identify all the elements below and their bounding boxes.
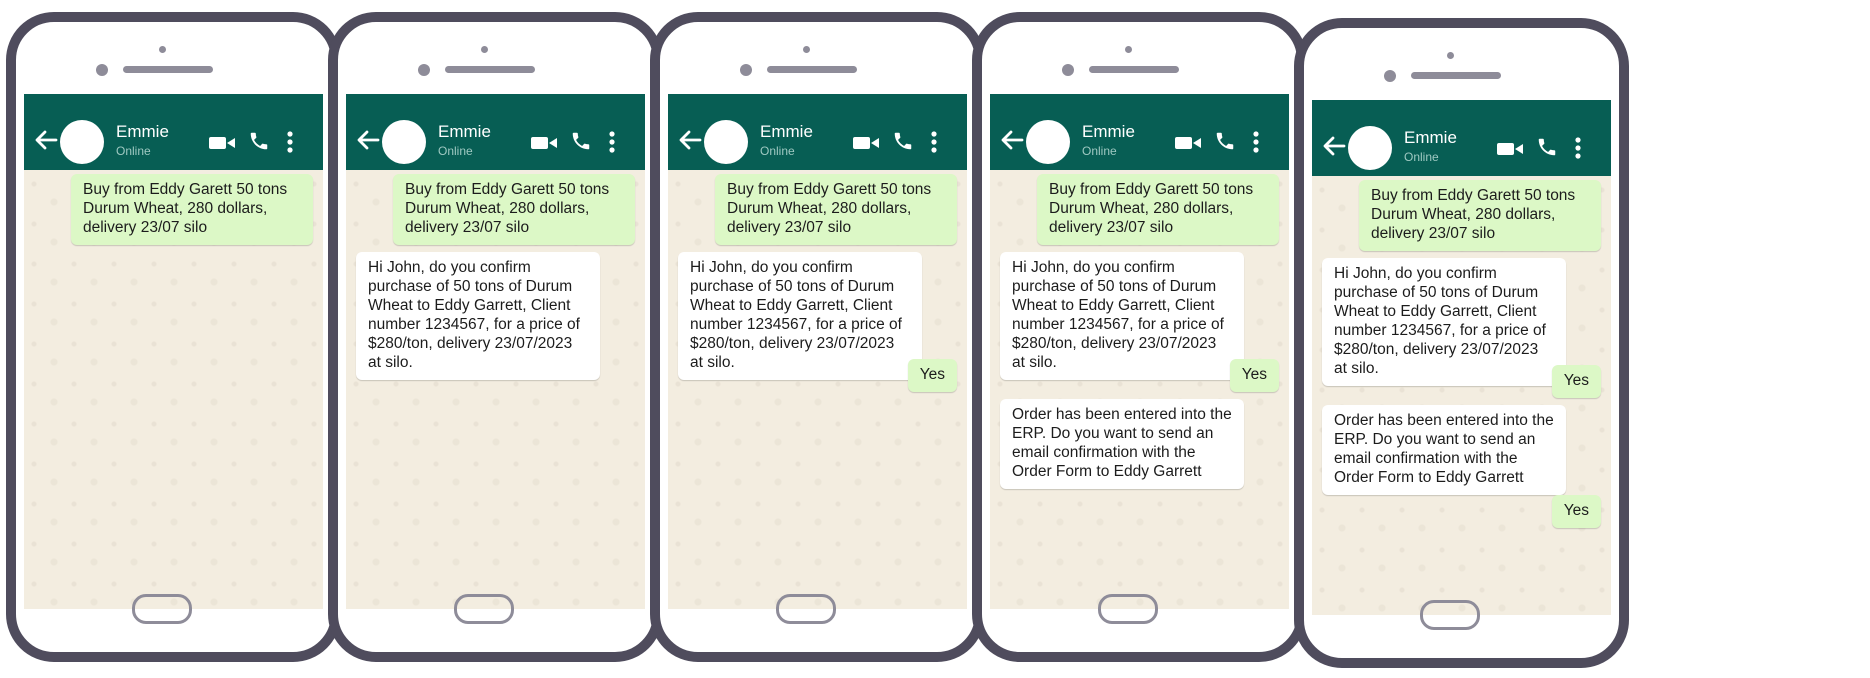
message-outgoing-yes: Yes [1229,359,1279,392]
status-bar [24,94,323,112]
more-vertical-icon[interactable] [1252,130,1260,154]
contact-name[interactable]: Emmie [760,122,813,142]
phone-frame-1: Emmie Online Buy from Eddy Garett 50 ton… [6,12,341,662]
chat-screen: Emmie Online Buy from Eddy Garett 50 ton… [990,94,1289,609]
video-camera-icon[interactable] [530,134,558,152]
contact-name[interactable]: Emmie [1082,122,1135,142]
speaker-grille [445,66,535,73]
contact-status: Online [116,144,151,158]
arrow-left-icon[interactable] [354,126,382,154]
avatar[interactable] [60,120,104,164]
message-incoming-confirmation: Hi John, do you confirm purchase of 50 t… [1000,252,1244,380]
more-vertical-icon[interactable] [286,130,294,154]
chat-header: Emmie Online [668,112,967,170]
arrow-left-icon[interactable] [32,126,60,154]
message-outgoing-request: Buy from Eddy Garett 50 tons Durum Wheat… [393,174,635,245]
message-incoming-order-entered: Order has been entered into the ERP. Do … [1322,405,1566,495]
contact-status: Online [438,144,473,158]
contact-status: Online [760,144,795,158]
home-button[interactable] [1420,600,1480,630]
message-incoming-order-entered: Order has been entered into the ERP. Do … [1000,399,1244,489]
message-outgoing-request: Buy from Eddy Garett 50 tons Durum Wheat… [715,174,957,245]
chat-header: Emmie Online [990,112,1289,170]
phone-handset-icon[interactable] [570,130,592,152]
message-incoming-confirmation: Hi John, do you confirm purchase of 50 t… [1322,258,1566,386]
front-camera [1384,70,1396,82]
home-button[interactable] [132,594,192,624]
contact-status: Online [1404,150,1439,164]
message-incoming-confirmation: Hi John, do you confirm purchase of 50 t… [356,252,600,380]
home-button[interactable] [454,594,514,624]
chat-screen: Emmie Online Buy from Eddy Garett 50 ton… [1312,100,1611,615]
front-camera [740,64,752,76]
speaker-grille [123,66,213,73]
message-outgoing-yes-final: Yes [1551,495,1601,528]
chat-header: Emmie Online [346,112,645,170]
avatar[interactable] [704,120,748,164]
phone-handset-icon[interactable] [1536,136,1558,158]
more-vertical-icon[interactable] [930,130,938,154]
speaker-grille [767,66,857,73]
speaker-dot [803,46,810,53]
message-outgoing-request: Buy from Eddy Garett 50 tons Durum Wheat… [1359,180,1601,251]
video-camera-icon[interactable] [1174,134,1202,152]
message-outgoing-yes: Yes [907,359,957,392]
speaker-dot [159,46,166,53]
home-button[interactable] [1098,594,1158,624]
status-bar [668,94,967,112]
front-camera [1062,64,1074,76]
more-vertical-icon[interactable] [608,130,616,154]
speaker-dot [1125,46,1132,53]
arrow-left-icon[interactable] [998,126,1026,154]
avatar[interactable] [1026,120,1070,164]
chat-screen: Emmie Online Buy from Eddy Garett 50 ton… [346,94,645,609]
video-camera-icon[interactable] [1496,140,1524,158]
contact-name[interactable]: Emmie [1404,128,1457,148]
chat-screen: Emmie Online Buy from Eddy Garett 50 ton… [668,94,967,609]
status-bar [990,94,1289,112]
video-camera-icon[interactable] [208,134,236,152]
speaker-grille [1411,72,1501,79]
chat-header: Emmie Online [1312,118,1611,176]
front-camera [418,64,430,76]
avatar[interactable] [1348,126,1392,170]
front-camera [96,64,108,76]
avatar[interactable] [382,120,426,164]
message-outgoing-request: Buy from Eddy Garett 50 tons Durum Wheat… [1037,174,1279,245]
video-camera-icon[interactable] [852,134,880,152]
message-outgoing-yes: Yes [1551,365,1601,398]
status-bar [346,94,645,112]
speaker-dot [1447,52,1454,59]
phone-frame-5: Emmie Online Buy from Eddy Garett 50 ton… [1294,18,1629,668]
speaker-dot [481,46,488,53]
contact-status: Online [1082,144,1117,158]
contact-name[interactable]: Emmie [438,122,491,142]
chat-header: Emmie Online [24,112,323,170]
phone-handset-icon[interactable] [1214,130,1236,152]
phone-frame-2: Emmie Online Buy from Eddy Garett 50 ton… [328,12,663,662]
phone-frame-4: Emmie Online Buy from Eddy Garett 50 ton… [972,12,1307,662]
phone-handset-icon[interactable] [892,130,914,152]
chat-screen: Emmie Online Buy from Eddy Garett 50 ton… [24,94,323,609]
more-vertical-icon[interactable] [1574,136,1582,160]
contact-name[interactable]: Emmie [116,122,169,142]
arrow-left-icon[interactable] [1320,132,1348,160]
message-outgoing-request: Buy from Eddy Garett 50 tons Durum Wheat… [71,174,313,245]
message-incoming-confirmation: Hi John, do you confirm purchase of 50 t… [678,252,922,380]
arrow-left-icon[interactable] [676,126,704,154]
phone-handset-icon[interactable] [248,130,270,152]
speaker-grille [1089,66,1179,73]
status-bar [1312,100,1611,118]
home-button[interactable] [776,594,836,624]
phone-frame-3: Emmie Online Buy from Eddy Garett 50 ton… [650,12,985,662]
